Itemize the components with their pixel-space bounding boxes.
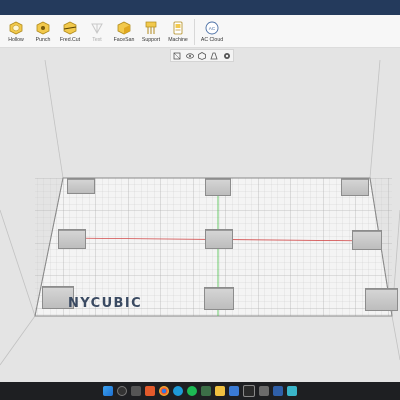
perspective-icon[interactable] xyxy=(210,52,218,60)
app-icon[interactable] xyxy=(201,386,211,396)
photos-icon[interactable] xyxy=(229,386,239,396)
visibility-icon[interactable] xyxy=(185,52,194,60)
text-icon xyxy=(91,23,103,35)
face-tool-button[interactable]: FaceSan xyxy=(111,15,137,43)
slicer-icon[interactable] xyxy=(287,386,297,396)
volume-edge xyxy=(391,315,400,361)
cloud-tool-button[interactable]: AC AC Cloud xyxy=(199,15,225,43)
punch-tool-button[interactable]: Punch xyxy=(30,15,56,43)
hollow-tool-label: Hollow xyxy=(8,37,24,43)
vpn-icon[interactable] xyxy=(273,386,283,396)
view-cube-icon[interactable] xyxy=(173,52,181,60)
terminal-icon[interactable] xyxy=(243,385,255,397)
task-view-icon[interactable] xyxy=(131,386,141,396)
spotify-icon[interactable] xyxy=(187,386,197,396)
punch-tool-label: Punch xyxy=(35,37,51,43)
os-taskbar xyxy=(0,382,400,400)
leveling-pad xyxy=(352,230,382,250)
machine-tool-label: Machine xyxy=(168,37,188,43)
volume-edge xyxy=(44,60,64,179)
machine-tool-button[interactable]: Machine xyxy=(165,15,191,43)
text-tool-label: Text xyxy=(92,37,102,43)
window-titlebar xyxy=(0,0,400,15)
volume-edge xyxy=(369,60,381,179)
hollow-tool-button[interactable]: Hollow xyxy=(3,15,29,43)
support-icon xyxy=(145,21,157,34)
volume-edge xyxy=(0,315,36,366)
settings-icon[interactable] xyxy=(223,52,231,60)
svg-text:AC: AC xyxy=(209,26,216,31)
cloud-tool-label: AC Cloud xyxy=(200,37,224,43)
build-volume-canvas xyxy=(0,60,400,366)
chrome-icon[interactable] xyxy=(159,386,169,396)
cut-tool-button[interactable]: Fred.Cut xyxy=(57,15,83,43)
leveling-pad xyxy=(365,288,398,311)
volume-edge xyxy=(0,209,36,317)
hollow-icon xyxy=(9,21,23,35)
leveling-pad xyxy=(204,287,234,310)
leveling-pad xyxy=(67,178,95,194)
cloud-icon: AC xyxy=(205,21,219,35)
machine-icon xyxy=(173,21,183,35)
brand-logo-text: NYCUBIC xyxy=(68,296,143,311)
leveling-pad xyxy=(58,229,86,249)
face-icon xyxy=(117,21,131,35)
3d-viewport[interactable] xyxy=(0,60,400,382)
leveling-pad xyxy=(205,178,231,196)
files-icon[interactable] xyxy=(215,386,225,396)
cut-tool-label: Fred.Cut xyxy=(59,37,81,43)
support-tool-button[interactable]: Support xyxy=(138,15,164,43)
search-icon[interactable] xyxy=(117,386,127,396)
text-tool-button[interactable]: Text xyxy=(84,15,110,43)
brave-browser-icon[interactable] xyxy=(145,386,155,396)
toolbar-divider xyxy=(194,19,195,45)
settings-icon[interactable] xyxy=(259,386,269,396)
punch-icon xyxy=(36,21,50,35)
leveling-pad xyxy=(205,229,233,249)
view-preset-icon[interactable] xyxy=(198,51,206,60)
face-tool-label: FaceSan xyxy=(113,37,135,43)
support-tool-label: Support xyxy=(141,37,161,43)
cut-icon xyxy=(63,21,77,35)
main-toolbar: Hollow Punch Fred.Cut Text FaceSan Suppo… xyxy=(0,15,400,48)
edge-icon[interactable] xyxy=(173,386,183,396)
leveling-pad xyxy=(341,178,369,196)
windows-start-icon[interactable] xyxy=(103,386,113,396)
